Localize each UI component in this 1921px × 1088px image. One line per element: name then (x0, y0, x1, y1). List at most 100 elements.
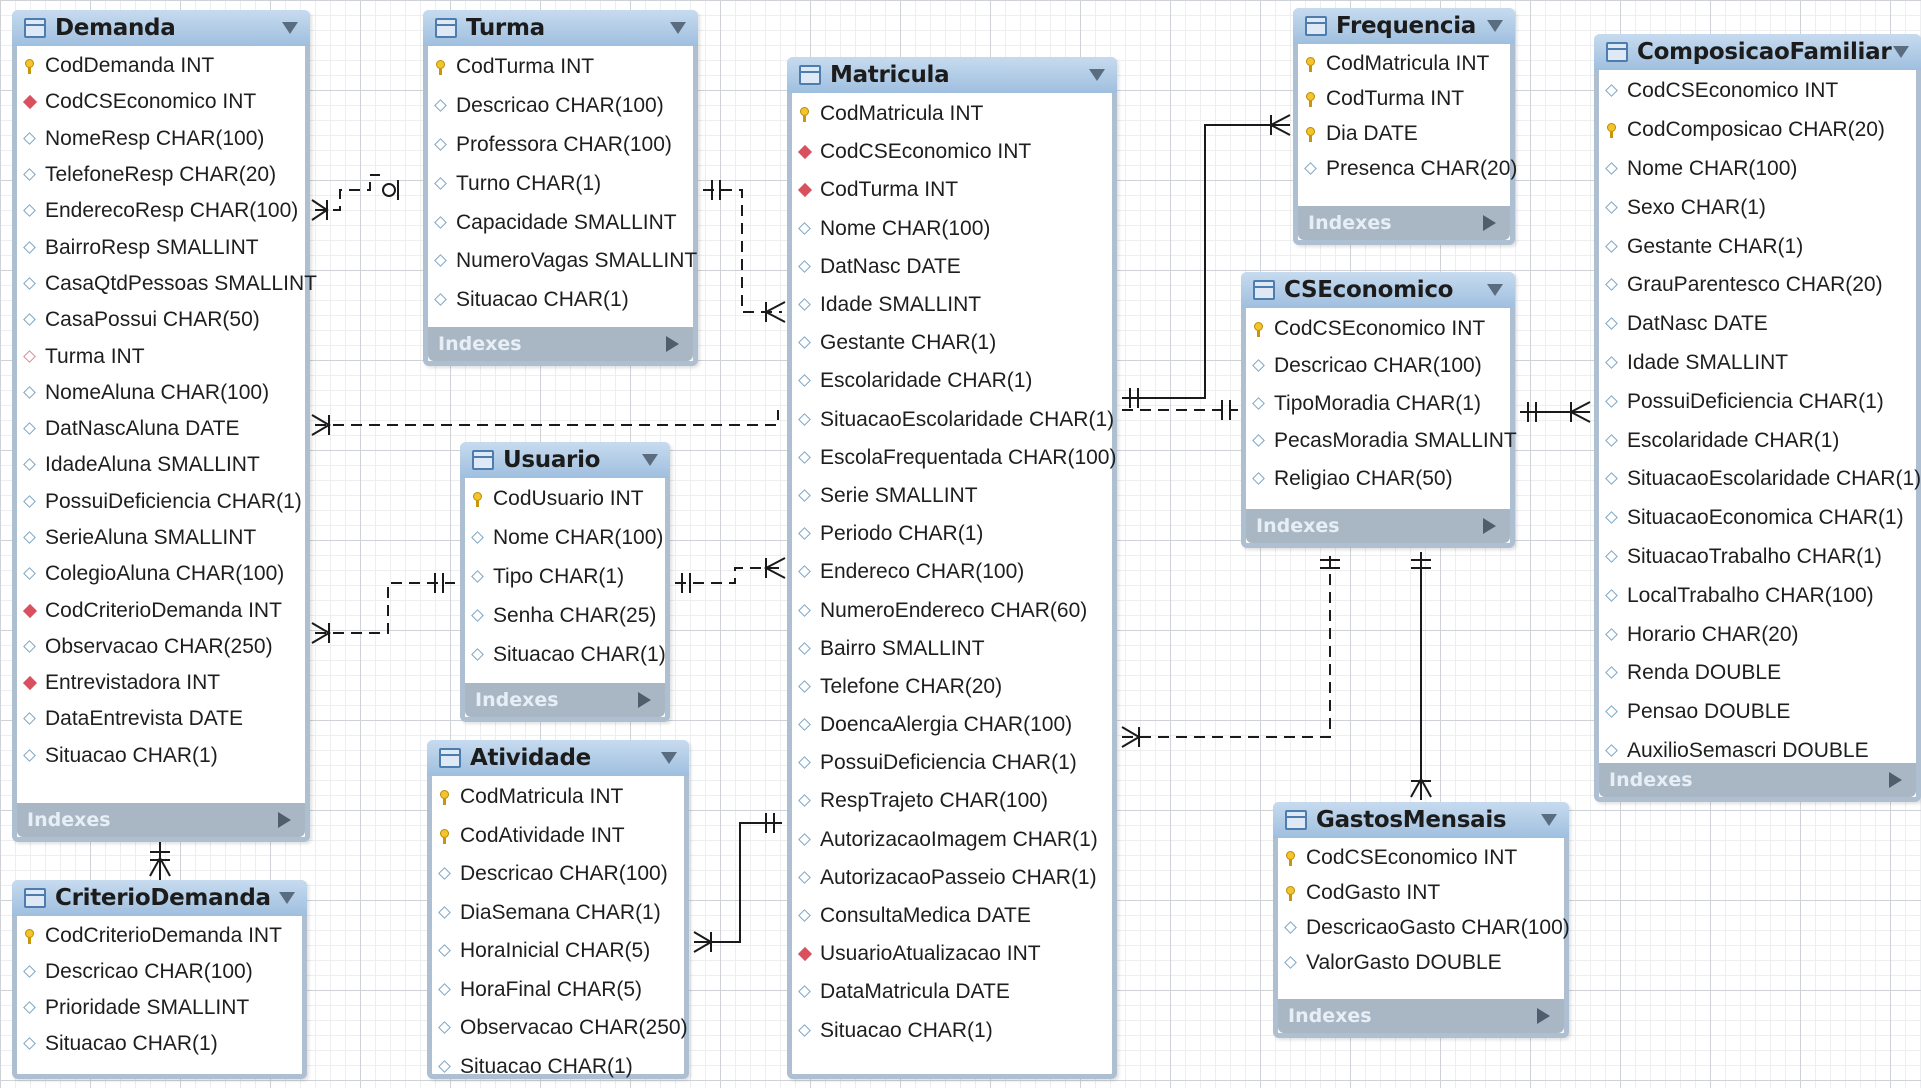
column-row[interactable]: Idade SMALLINT (1599, 344, 1916, 383)
column-row[interactable]: RespTrajeto CHAR(100) (792, 782, 1112, 820)
column-row[interactable]: Renda DOUBLE (1599, 654, 1916, 693)
column-row[interactable]: DataMatricula DATE (792, 973, 1112, 1011)
column-row[interactable]: CodGasto INT (1278, 875, 1564, 910)
column-row[interactable]: Senha CHAR(25) (465, 596, 665, 635)
column-row[interactable]: Capacidade SMALLINT (428, 203, 693, 242)
collapse-chevron-icon[interactable] (670, 22, 686, 34)
indexes-section[interactable]: Indexes (17, 803, 305, 837)
column-row[interactable]: DiaSemana CHAR(1) (432, 894, 684, 933)
column-row[interactable]: Descricao CHAR(100) (1246, 348, 1510, 386)
column-row[interactable]: Telefone CHAR(20) (792, 668, 1112, 706)
column-row[interactable]: SituacaoTrabalho CHAR(1) (1599, 538, 1916, 577)
column-row[interactable]: CodMatricula INT (432, 778, 684, 817)
collapse-chevron-icon[interactable] (1893, 46, 1909, 58)
column-row[interactable]: BairroResp SMALLINT (17, 229, 305, 265)
table-header[interactable]: GastosMensais (1273, 802, 1569, 838)
column-row[interactable]: Turno CHAR(1) (428, 164, 693, 203)
column-row[interactable]: CodMatricula INT (792, 95, 1112, 133)
column-row[interactable]: Dia DATE (1298, 116, 1510, 151)
indexes-section[interactable]: Indexes (1278, 999, 1564, 1033)
expand-arrow-icon[interactable] (278, 812, 291, 828)
column-row[interactable]: Periodo CHAR(1) (792, 515, 1112, 553)
column-row[interactable]: Entrevistadora INT (17, 665, 305, 701)
expand-arrow-icon[interactable] (666, 336, 679, 352)
table-header[interactable]: CriterioDemanda (12, 880, 307, 916)
table-demanda[interactable]: Demanda CodDemanda INT CodCSEconomico INT N… (12, 10, 317, 842)
column-row[interactable]: CodCriterioDemanda INT (17, 592, 305, 628)
column-row[interactable]: CodTurma INT (792, 171, 1112, 209)
column-row[interactable]: EscolaFrequentada CHAR(100) (792, 439, 1116, 477)
table-frequencia[interactable]: Frequencia CodMatricula INT CodTurma INT Di… (1293, 8, 1517, 245)
column-row[interactable]: Nome CHAR(100) (792, 210, 1112, 248)
collapse-chevron-icon[interactable] (279, 892, 295, 904)
column-row[interactable]: Horario CHAR(20) (1599, 615, 1916, 654)
collapse-chevron-icon[interactable] (642, 454, 658, 466)
column-row[interactable]: CodCSEconomico INT (1246, 310, 1510, 348)
column-row[interactable]: CodUsuario INT (465, 480, 665, 519)
column-row[interactable]: DatNascAluna DATE (17, 411, 305, 447)
expand-arrow-icon[interactable] (638, 692, 651, 708)
indexes-section[interactable]: Indexes (1298, 206, 1510, 240)
column-row[interactable]: Pensao DOUBLE (1599, 693, 1916, 732)
expand-arrow-icon[interactable] (1889, 772, 1902, 788)
table-gastos[interactable]: GastosMensais CodCSEconomico INT CodGasto … (1273, 802, 1570, 1038)
column-row[interactable]: Situacao CHAR(1) (17, 1026, 302, 1062)
column-row[interactable]: Escolaridade CHAR(1) (1599, 421, 1916, 460)
column-row[interactable]: ColegioAluna CHAR(100) (17, 556, 305, 592)
collapse-chevron-icon[interactable] (1089, 69, 1105, 81)
column-row[interactable]: CodComposicao CHAR(20) (1599, 111, 1916, 150)
expand-arrow-icon[interactable] (1537, 1008, 1550, 1024)
column-row[interactable]: SerieAluna SMALLINT (17, 520, 305, 556)
column-row[interactable]: Turma INT (17, 338, 305, 374)
column-row[interactable]: DatNasc DATE (1599, 305, 1916, 344)
column-row[interactable]: NomeResp CHAR(100) (17, 121, 305, 157)
collapse-chevron-icon[interactable] (1541, 814, 1557, 826)
collapse-chevron-icon[interactable] (1487, 284, 1503, 296)
column-row[interactable]: DoencaAlergia CHAR(100) (792, 706, 1112, 744)
column-row[interactable]: TipoMoradia CHAR(1) (1246, 385, 1510, 423)
indexes-section[interactable]: Indexes (428, 327, 693, 361)
table-header[interactable]: Atividade (427, 740, 689, 776)
indexes-section[interactable]: Indexes (1599, 763, 1916, 797)
indexes-section[interactable]: Indexes (1246, 509, 1510, 543)
column-row[interactable]: SituacaoEscolaridade CHAR(1) (1599, 460, 1921, 499)
collapse-chevron-icon[interactable] (1487, 20, 1503, 32)
column-row[interactable]: NomeAluna CHAR(100) (17, 375, 305, 411)
column-row[interactable]: Endereco CHAR(100) (792, 553, 1112, 591)
table-header[interactable]: Usuario (460, 442, 670, 478)
column-row[interactable]: CodCriterioDemanda INT (17, 918, 302, 954)
column-row[interactable]: Descricao CHAR(100) (432, 855, 684, 894)
column-row[interactable]: ConsultaMedica DATE (792, 897, 1112, 935)
column-row[interactable]: PecasMoradia SMALLINT (1246, 423, 1517, 461)
column-row[interactable]: SituacaoEconomica CHAR(1) (1599, 499, 1916, 538)
column-row[interactable]: PossuiDeficiencia CHAR(1) (17, 484, 305, 520)
column-row[interactable]: NumeroVagas SMALLINT (428, 242, 697, 281)
column-row[interactable]: Situacao CHAR(1) (428, 281, 693, 320)
column-row[interactable]: Observacao CHAR(250) (17, 629, 305, 665)
column-row[interactable]: Nome CHAR(100) (1599, 150, 1916, 189)
expand-arrow-icon[interactable] (1483, 215, 1496, 231)
table-header[interactable]: CSEconomico (1241, 272, 1515, 308)
column-row[interactable]: GrauParentesco CHAR(20) (1599, 266, 1916, 305)
column-row[interactable]: DataEntrevista DATE (17, 701, 305, 737)
column-row[interactable]: Descricao CHAR(100) (17, 954, 302, 990)
column-row[interactable]: SituacaoEscolaridade CHAR(1) (792, 401, 1114, 439)
column-row[interactable]: Religiao CHAR(50) (1246, 460, 1510, 498)
collapse-chevron-icon[interactable] (282, 22, 298, 34)
column-row[interactable]: Tipo CHAR(1) (465, 558, 665, 597)
column-row[interactable]: TelefoneResp CHAR(20) (17, 157, 305, 193)
column-row[interactable]: IdadeAluna SMALLINT (17, 447, 305, 483)
column-row[interactable]: Bairro SMALLINT (792, 630, 1112, 668)
column-row[interactable]: CasaQtdPessoas SMALLINT (17, 266, 317, 302)
expand-arrow-icon[interactable] (1483, 518, 1496, 534)
indexes-section[interactable]: Indexes (465, 683, 665, 717)
table-header[interactable]: Demanda (12, 10, 310, 46)
table-cseconomico[interactable]: CSEconomico CodCSEconomico INT Descricao C… (1241, 272, 1517, 548)
table-header[interactable]: Matricula (787, 57, 1117, 93)
column-row[interactable]: UsuarioAtualizacao INT (792, 935, 1112, 973)
column-row[interactable]: EnderecoResp CHAR(100) (17, 193, 305, 229)
column-row[interactable]: Situacao CHAR(1) (792, 1012, 1112, 1050)
table-usuario[interactable]: Usuario CodUsuario INT Nome CHAR(100) Tipo … (460, 442, 670, 722)
column-row[interactable]: NumeroEndereco CHAR(60) (792, 591, 1112, 629)
column-row[interactable]: Situacao CHAR(1) (432, 1048, 684, 1087)
